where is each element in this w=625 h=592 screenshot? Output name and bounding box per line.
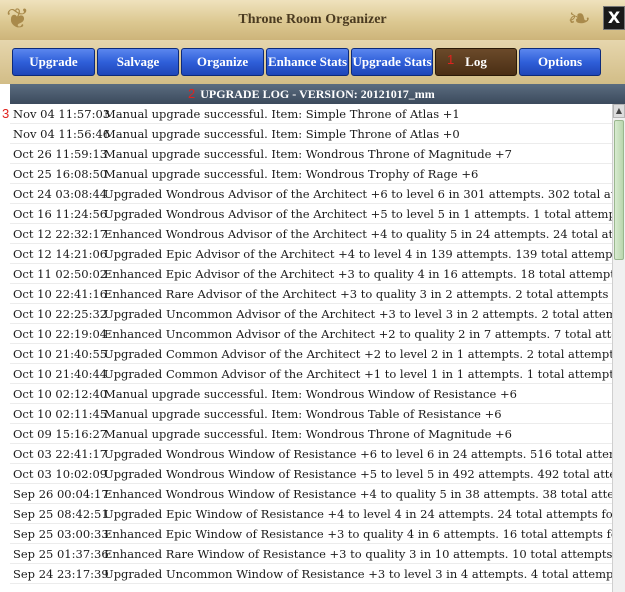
log-message: Upgraded Common Advisor of the Architect… [104,367,612,381]
log-row: Oct 12 14:21:06 Upgraded Epic Advisor of … [10,244,612,264]
log-timestamp: Sep 25 03:00:33 [13,527,109,541]
log-message: Enhanced Epic Advisor of the Architect +… [104,267,612,281]
log-message: Manual upgrade successful. Item: Wondrou… [104,427,512,441]
log-row: Sep 24 23:17:39 Upgraded Uncommon Window … [10,564,612,584]
close-button[interactable]: X [603,6,625,30]
log-timestamp: Oct 10 22:41:16 [13,287,108,301]
log-row: Oct 10 21:40:55 Upgraded Common Advisor o… [10,344,612,364]
log-timestamp: Oct 26 11:59:13 [13,147,108,161]
log-timestamp: Oct 10 02:12:40 [13,387,108,401]
tab-salvage[interactable]: Salvage [97,48,179,76]
log-timestamp: Oct 10 02:11:45 [13,407,108,421]
log-message: Manual upgrade successful. Item: Wondrou… [104,147,512,161]
log-message: Enhanced Rare Window of Resistance +3 to… [104,547,612,561]
log-message: Upgraded Epic Advisor of the Architect +… [104,247,612,261]
log-timestamp: Nov 04 11:56:46 [13,127,111,141]
log-row: Oct 11 02:50:02 Enhanced Epic Advisor of … [10,264,612,284]
log-timestamp: Sep 24 23:17:39 [13,567,109,581]
log-row: Oct 10 22:25:32 Upgraded Uncommon Advisor… [10,304,612,324]
log-scrollbar[interactable]: ▲ [612,104,625,592]
log-row: Oct 24 03:08:44 Upgraded Wondrous Advisor… [10,184,612,204]
annotation-marker-3: 3 [2,106,10,121]
log-list[interactable]: Nov 04 11:57:03 Manual upgrade successful… [10,104,612,592]
log-message: Upgraded Common Advisor of the Architect… [104,347,612,361]
tab-organize[interactable]: Organize [181,48,264,76]
log-row: Oct 10 22:41:16 Enhanced Rare Advisor of … [10,284,612,304]
log-row: Oct 10 22:19:04 Enhanced Uncommon Advisor… [10,324,612,344]
annotation-marker-1: 1 [447,52,455,67]
log-timestamp: Oct 24 03:08:44 [13,187,108,201]
log-row: Oct 10 02:12:40 Manual upgrade successful… [10,384,612,404]
log-timestamp: Sep 25 01:37:36 [13,547,109,561]
log-row: Oct 10 02:11:45 Manual upgrade successful… [10,404,612,424]
log-timestamp: Oct 12 14:21:06 [13,247,108,261]
log-message: Upgraded Uncommon Window of Resistance +… [104,567,612,581]
log-header: UPGRADE LOG - VERSION: 20121017_mm [10,84,625,105]
log-message: Enhanced Rare Advisor of the Architect +… [104,287,612,301]
log-row: Oct 03 22:41:17 Upgraded Wondrous Window … [10,444,612,464]
log-timestamp: Oct 03 10:02:09 [13,467,108,481]
log-message: Upgraded Uncommon Advisor of the Archite… [104,307,612,321]
log-timestamp: Oct 10 21:40:55 [13,347,108,361]
log-message: Upgraded Wondrous Advisor of the Archite… [104,207,612,221]
log-row: Sep 25 01:37:36 Enhanced Rare Window of R… [10,544,612,564]
log-row: Oct 09 15:16:27 Manual upgrade successful… [10,424,612,444]
log-message: Manual upgrade successful. Item: Simple … [104,127,460,141]
tab-upgrade-stats[interactable]: Upgrade Stats [351,48,433,76]
log-timestamp: Oct 16 11:24:56 [13,207,108,221]
log-timestamp: Sep 25 08:42:51 [13,507,109,521]
ornament-right-icon: ❧ [567,2,591,35]
log-row: Oct 26 11:59:13 Manual upgrade successful… [10,144,612,164]
log-row: Nov 04 11:56:46 Manual upgrade successful… [10,124,612,144]
log-row: Sep 25 08:42:51 Upgraded Epic Window of R… [10,504,612,524]
log-message: Enhanced Epic Window of Resistance +3 to… [104,527,612,541]
log-row: Oct 25 16:08:50 Manual upgrade successful… [10,164,612,184]
log-timestamp: Oct 25 16:08:50 [13,167,108,181]
log-timestamp: Oct 10 22:25:32 [13,307,108,321]
scroll-up-icon[interactable]: ▲ [613,104,625,118]
log-timestamp: Oct 12 22:32:17 [13,227,108,241]
scrollbar-thumb[interactable] [614,120,624,260]
log-message: Enhanced Wondrous Window of Resistance +… [104,487,612,501]
log-timestamp: Oct 11 02:50:02 [13,267,108,281]
log-message: Upgraded Wondrous Advisor of the Archite… [104,187,612,201]
tab-enhance-stats[interactable]: Enhance Stats [266,48,349,76]
log-message: Manual upgrade successful. Item: Wondrou… [104,407,502,421]
log-timestamp: Oct 10 22:19:04 [13,327,108,341]
log-timestamp: Oct 10 21:40:44 [13,367,108,381]
log-message: Manual upgrade successful. Item: Wondrou… [104,167,479,181]
log-row: Oct 10 21:40:44 Upgraded Common Advisor o… [10,364,612,384]
tab-options[interactable]: Options [519,48,601,76]
tab-bar: Upgrade Salvage Organize Enhance Stats U… [0,40,625,84]
log-message: Upgraded Wondrous Window of Resistance +… [104,467,612,481]
log-row: Oct 16 11:24:56 Upgraded Wondrous Advisor… [10,204,612,224]
log-timestamp: Oct 03 22:41:17 [13,447,108,461]
log-message: Enhanced Wondrous Advisor of the Archite… [104,227,612,241]
log-row: Oct 12 22:32:17 Enhanced Wondrous Advisor… [10,224,612,244]
log-message: Manual upgrade successful. Item: Wondrou… [104,387,517,401]
log-message: Enhanced Uncommon Advisor of the Archite… [104,327,612,341]
log-message: Manual upgrade successful. Item: Simple … [104,107,460,121]
log-row: Oct 03 10:02:09 Upgraded Wondrous Window … [10,464,612,484]
log-message: Upgraded Epic Window of Resistance +4 to… [104,507,612,521]
log-timestamp: Oct 09 15:16:27 [13,427,108,441]
log-row: Nov 04 11:57:03 Manual upgrade successful… [10,104,612,124]
title-bar: ❦ Throne Room Organizer ❧ X [0,0,625,41]
log-message: Upgraded Wondrous Window of Resistance +… [104,447,612,461]
window-title: Throne Room Organizer [238,12,387,27]
tab-upgrade[interactable]: Upgrade [12,48,95,76]
log-timestamp: Nov 04 11:57:03 [13,107,111,121]
log-timestamp: Sep 26 00:04:17 [13,487,109,501]
log-row: Sep 25 03:00:33 Enhanced Epic Window of R… [10,524,612,544]
log-row: Sep 26 00:04:17 Enhanced Wondrous Window … [10,484,612,504]
annotation-marker-2: 2 [188,86,196,101]
